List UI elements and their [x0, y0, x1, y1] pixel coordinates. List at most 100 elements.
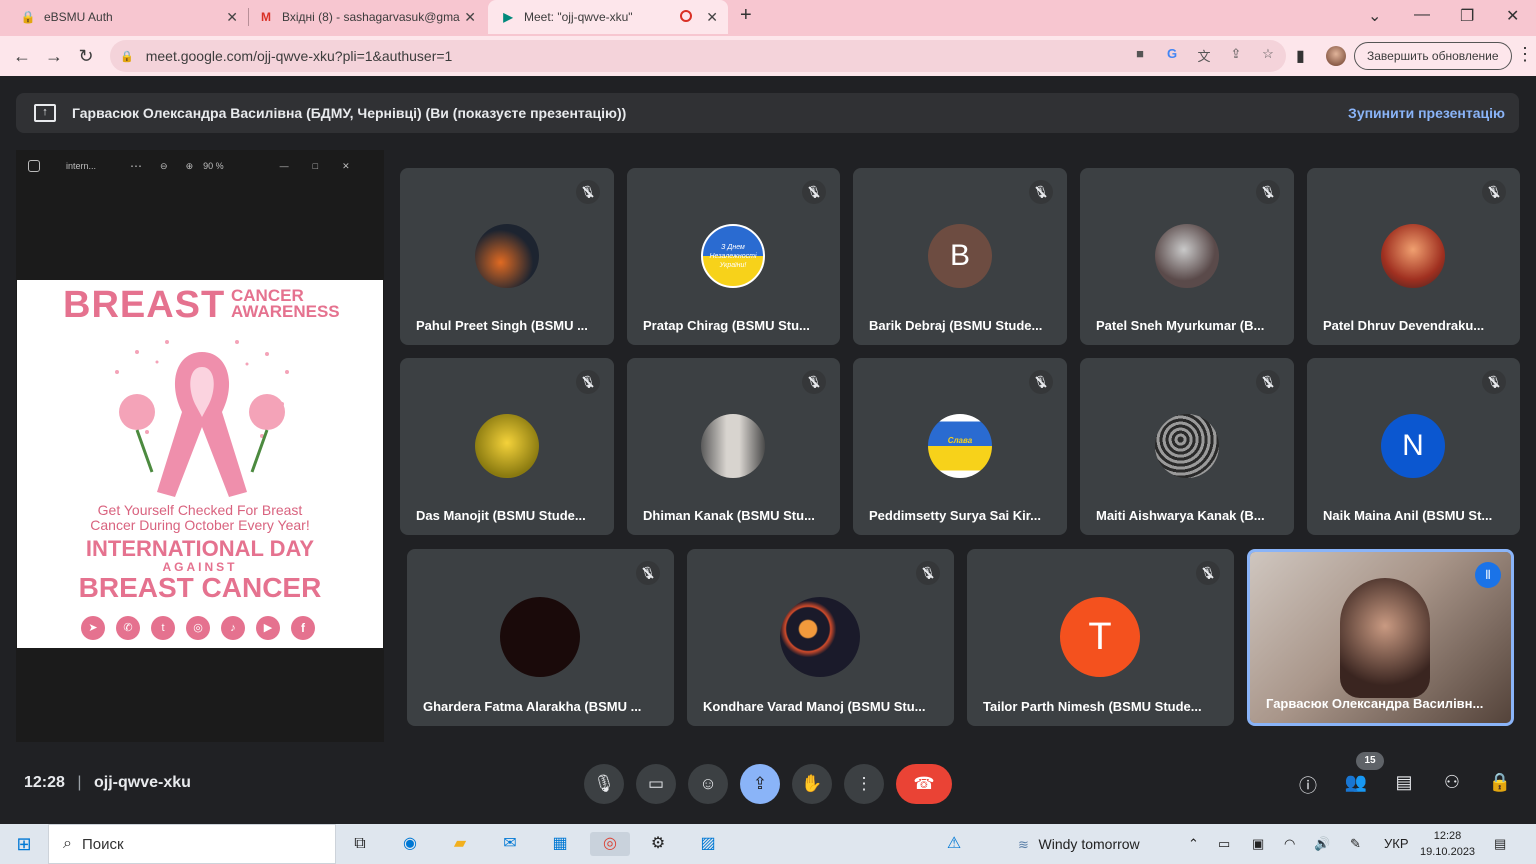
- participant-tile[interactable]: 🎙 Patel Sneh Myurkumar (B...: [1080, 168, 1294, 345]
- taskbar-search-input[interactable]: ⌕ Поиск: [48, 824, 336, 864]
- info-icon[interactable]: ⓘ: [1296, 772, 1320, 796]
- participant-tile[interactable]: 🎙 T Tailor Parth Nimesh (BSMU Stude...: [967, 549, 1234, 726]
- meeting-time: 12:28: [24, 774, 65, 791]
- share-icon[interactable]: ⇪: [1228, 46, 1244, 65]
- avatar-text: Слава Україні: [946, 436, 974, 455]
- participant-tile[interactable]: 🎙 З Днем Незалежності України! Pratap Ch…: [627, 168, 840, 345]
- task-view-icon[interactable]: ⧉: [348, 832, 372, 856]
- close-icon[interactable]: ✕: [464, 9, 476, 26]
- participant-tile[interactable]: 🎙 Patel Dhruv Devendraku...: [1307, 168, 1520, 345]
- chrome-icon[interactable]: ◎: [590, 832, 630, 856]
- meeting-code: ojj-qwve-xku: [93, 774, 191, 791]
- whatsapp-icon: ✆: [116, 616, 140, 640]
- youtube-icon: ▶: [256, 616, 280, 640]
- emoji-icon: ☺: [699, 774, 717, 793]
- file-explorer-icon[interactable]: ▰: [448, 832, 472, 856]
- battery-icon[interactable]: ▭: [1218, 836, 1230, 852]
- url-input[interactable]: 🔒 meet.google.com/ojj-qwve-xku?pli=1&aut…: [110, 40, 1286, 72]
- close-icon[interactable]: ✕: [706, 9, 718, 26]
- microphone-button[interactable]: 🎙: [584, 764, 624, 804]
- volume-icon[interactable]: 🔊: [1314, 836, 1330, 852]
- present-button[interactable]: ⇪: [740, 764, 780, 804]
- close-icon: ✕: [342, 160, 350, 171]
- self-video-tile[interactable]: ⦀ Гарвасюк Олександра Василівн...: [1247, 549, 1514, 726]
- participant-tile[interactable]: 🎙 N Naik Maina Anil (BSMU St...: [1307, 358, 1520, 535]
- reactions-button[interactable]: ☺: [688, 764, 728, 804]
- avatar[interactable]: [1326, 46, 1346, 66]
- language-indicator[interactable]: УКР: [1384, 836, 1409, 851]
- camera-button[interactable]: ▭: [636, 764, 676, 804]
- participant-tile[interactable]: 🎙 Das Manojit (BSMU Stude...: [400, 358, 614, 535]
- back-icon[interactable]: ←: [10, 44, 34, 68]
- clock-time: 12:28: [1433, 830, 1462, 842]
- participant-tile[interactable]: 🎙 B Barik Debraj (BSMU Stude...: [853, 168, 1067, 345]
- windows-start-icon[interactable]: ⊞: [12, 832, 36, 856]
- new-tab-icon[interactable]: +: [740, 4, 752, 27]
- participant-tile[interactable]: 🎙 Maiti Aishwarya Kanak (B...: [1080, 358, 1294, 535]
- raise-hand-button[interactable]: ✋: [792, 764, 832, 804]
- minimize-icon[interactable]: —: [1414, 6, 1430, 24]
- tab-meet[interactable]: ▶ Meet: "ojj-qwve-xku" ✕: [488, 0, 728, 34]
- reload-icon[interactable]: ↻: [74, 44, 98, 68]
- chat-icon[interactable]: ▤: [1392, 772, 1416, 796]
- google-icon[interactable]: G: [1164, 46, 1180, 65]
- close-icon[interactable]: ✕: [226, 9, 238, 26]
- participant-tile[interactable]: 🎙 Ghardera Fatma Alarakha (BSMU ...: [407, 549, 674, 726]
- participant-tile[interactable]: 🎙 Kondhare Varad Manoj (BSMU Stu...: [687, 549, 954, 726]
- bookmark-star-icon[interactable]: ☆: [1260, 46, 1276, 65]
- forward-icon[interactable]: →: [42, 44, 66, 68]
- pen-icon[interactable]: ✎: [1350, 836, 1361, 852]
- menu-kebab-icon[interactable]: ⋮: [1516, 44, 1534, 65]
- chevron-up-icon[interactable]: ⌃: [1188, 836, 1199, 852]
- maximize-icon[interactable]: ❐: [1460, 6, 1474, 26]
- settings-icon[interactable]: ⚙: [646, 832, 670, 856]
- participant-name: Barik Debraj (BSMU Stude...: [869, 318, 1043, 333]
- present-screen-icon: ⇪: [752, 774, 768, 793]
- mic-off-icon: 🎙: [1029, 370, 1053, 394]
- mail-icon[interactable]: ✉: [498, 832, 522, 856]
- avatar: [1155, 224, 1219, 288]
- host-controls-icon[interactable]: 🔒: [1488, 772, 1512, 796]
- participant-name: Patel Dhruv Devendraku...: [1323, 318, 1485, 333]
- mic-off-icon: 🎙: [1482, 370, 1506, 394]
- more-options-button[interactable]: ⋮: [844, 764, 884, 804]
- chevron-down-icon[interactable]: ⌄: [1368, 6, 1381, 26]
- avatar-text: З Днем Незалежності України!: [709, 243, 757, 269]
- update-button[interactable]: Завершить обновление: [1354, 42, 1512, 70]
- update-warning-icon[interactable]: ⚠: [942, 832, 966, 856]
- side-panel-icon[interactable]: ▮: [1296, 46, 1305, 66]
- tab-ebsmu[interactable]: 🔒 eBSMU Auth ✕: [8, 0, 248, 34]
- photos-icon[interactable]: ▨: [696, 832, 720, 856]
- avatar: [1155, 414, 1219, 478]
- weather-widget[interactable]: ≋ Windy tomorrow: [1018, 836, 1140, 853]
- edge-icon[interactable]: ◉: [398, 832, 422, 856]
- participant-name: Pratap Chirag (BSMU Stu...: [643, 318, 810, 333]
- avatar: Слава Україні: [928, 414, 992, 478]
- device-icon[interactable]: ▣: [1252, 836, 1264, 852]
- tab-title: Meet: "ojj-qwve-xku": [524, 10, 633, 24]
- people-icon[interactable]: 👥: [1344, 772, 1368, 796]
- participant-tile[interactable]: 🎙 Слава Україні Peddimsetty Surya Sai Ki…: [853, 358, 1067, 535]
- leave-call-button[interactable]: ☎: [896, 764, 952, 804]
- wifi-icon[interactable]: ◠: [1284, 836, 1295, 852]
- translate-icon[interactable]: 文: [1196, 46, 1212, 65]
- store-icon[interactable]: ▦: [548, 832, 572, 856]
- stop-presenting-button[interactable]: Зупинити презентацію: [1348, 105, 1505, 121]
- hand-icon: ✋: [801, 774, 823, 793]
- tab-gmail[interactable]: M Вхідні (8) - sashagarvasuk@gma ✕: [250, 0, 486, 34]
- present-screen-icon: ↑: [34, 104, 56, 122]
- participant-name: Dhiman Kanak (BSMU Stu...: [643, 508, 815, 523]
- activities-icon[interactable]: ⚇: [1440, 772, 1464, 796]
- clock[interactable]: 12:28 19.10.2023: [1420, 828, 1475, 860]
- avatar: [475, 224, 539, 288]
- window-close-icon[interactable]: ✕: [1506, 6, 1519, 26]
- url-text: meet.google.com/ojj-qwve-xku?pli=1&authu…: [145, 48, 453, 64]
- camera-icon[interactable]: ■: [1132, 46, 1148, 65]
- avatar: [500, 597, 580, 677]
- participant-tile[interactable]: 🎙 Pahul Preet Singh (BSMU ...: [400, 168, 614, 345]
- participant-tile[interactable]: 🎙 Dhiman Kanak (BSMU Stu...: [627, 358, 840, 535]
- notifications-icon[interactable]: ▤: [1494, 836, 1506, 852]
- tab-title: Вхідні (8) - sashagarvasuk@gma: [282, 10, 460, 24]
- speaking-indicator-icon: ⦀: [1475, 562, 1501, 588]
- avatar: [475, 414, 539, 478]
